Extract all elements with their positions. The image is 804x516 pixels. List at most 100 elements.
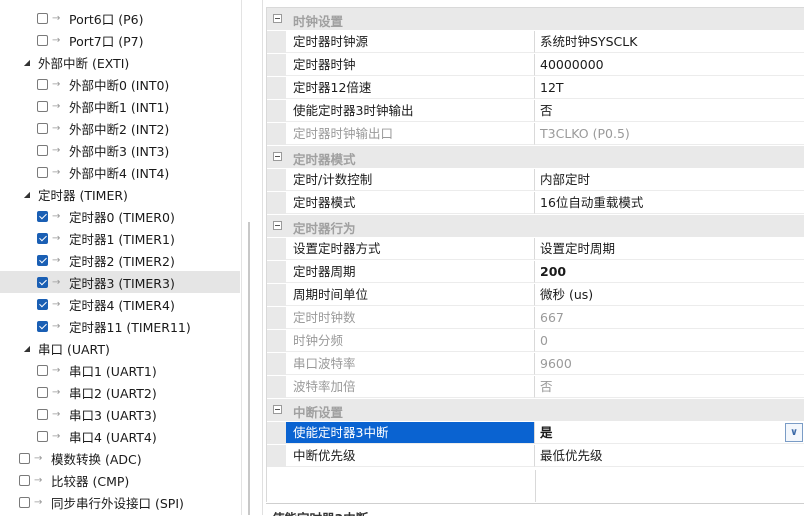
tree-item[interactable]: → 串口4 (UART4) — [0, 425, 240, 447]
splitter[interactable] — [262, 0, 263, 515]
property-row[interactable]: 时钟分频 0 — [267, 330, 804, 352]
property-value[interactable]: 最低优先级 — [535, 445, 804, 467]
tree-scrollbar[interactable] — [248, 222, 250, 515]
property-name[interactable]: 定时器时钟 — [286, 54, 535, 76]
property-row[interactable]: 定时器时钟 40000000 — [267, 54, 804, 76]
property-name[interactable]: 定时时钟数 — [286, 307, 535, 329]
property-value[interactable]: 12T — [535, 77, 804, 99]
property-row[interactable]: 定时器模式 16位自动重载模式 — [267, 192, 804, 214]
tree-item[interactable]: → 比较器 (CMP) — [0, 469, 240, 491]
property-value[interactable]: 内部定时 — [535, 169, 804, 191]
tree-checkbox[interactable] — [37, 78, 48, 90]
tree-item[interactable]: → 外部中断0 (INT0) — [0, 73, 240, 95]
tree-checkbox[interactable] — [19, 496, 30, 508]
property-name[interactable]: 定时器时钟源 — [286, 31, 535, 53]
tree-item[interactable]: → 外部中断3 (INT3) — [0, 139, 240, 161]
property-row[interactable]: 周期时间单位 微秒 (us) — [267, 284, 804, 306]
property-name[interactable]: 设置定时器方式 — [286, 238, 535, 260]
category-row[interactable]: 定时器模式 — [267, 146, 804, 168]
tree-item[interactable]: → 串口3 (UART3) — [0, 403, 240, 425]
tree-checkbox[interactable] — [37, 364, 48, 376]
tree-group[interactable]: ◢ 外部中断 (EXTI) — [0, 51, 240, 73]
tree-item[interactable]: → 定时器3 (TIMER3) — [0, 271, 240, 293]
collapse-box-icon[interactable] — [273, 152, 282, 161]
collapse-box-icon[interactable] — [273, 14, 282, 23]
property-value[interactable]: 16位自动重载模式 — [535, 192, 804, 214]
tree-item[interactable]: → 外部中断4 (INT4) — [0, 161, 240, 183]
triangle-down-icon[interactable]: ◢ — [22, 190, 32, 199]
tree-checkbox[interactable] — [37, 100, 48, 112]
property-row[interactable]: 定时时钟数 667 — [267, 307, 804, 329]
tree-item[interactable]: → 串口2 (UART2) — [0, 381, 240, 403]
tree-checkbox[interactable] — [37, 166, 48, 178]
property-name[interactable]: 定时器12倍速 — [286, 77, 535, 99]
property-value[interactable]: 200 — [535, 261, 804, 283]
category-row[interactable]: 中断设置 — [267, 399, 804, 421]
category-row[interactable]: 定时器行为 — [267, 215, 804, 237]
property-name[interactable]: 串口波特率 — [286, 353, 535, 375]
tree-checkbox[interactable] — [37, 276, 48, 288]
tree-item[interactable]: → 定时器11 (TIMER11) — [0, 315, 240, 337]
property-row[interactable]: 设置定时器方式 设置定时周期 — [267, 238, 804, 260]
property-name[interactable]: 定时器模式 — [286, 192, 535, 214]
tree-checkbox[interactable] — [37, 430, 48, 442]
property-name[interactable]: 时钟分频 — [286, 330, 535, 352]
tree-checkbox[interactable] — [37, 320, 48, 332]
property-name[interactable]: 周期时间单位 — [286, 284, 535, 306]
tree-checkbox[interactable] — [19, 474, 30, 486]
collapse-box-icon[interactable] — [273, 221, 282, 230]
tree-checkbox[interactable] — [19, 452, 30, 464]
collapse-box-icon[interactable] — [273, 405, 282, 414]
property-name[interactable]: 使能定时器3中断 — [286, 422, 535, 444]
tree-checkbox[interactable] — [37, 34, 48, 46]
tree-item[interactable]: → Port6口 (P6) — [0, 7, 240, 29]
tree-group[interactable]: ◢ 定时器 (TIMER) — [0, 183, 240, 205]
tree-item[interactable]: → 外部中断1 (INT1) — [0, 95, 240, 117]
tree-item[interactable]: → 同步串行外设接口 (SPI) — [0, 491, 240, 513]
property-name[interactable]: 定时/计数控制 — [286, 169, 535, 191]
tree-checkbox[interactable] — [37, 210, 48, 222]
property-name[interactable]: 波特率加倍 — [286, 376, 535, 398]
tree-item[interactable]: → 模数转换 (ADC) — [0, 447, 240, 469]
tree-checkbox[interactable] — [37, 408, 48, 420]
tree-checkbox[interactable] — [37, 122, 48, 134]
property-name[interactable]: 使能定时器3时钟输出 — [286, 100, 535, 122]
property-name[interactable]: 定时器时钟输出口 — [286, 123, 535, 145]
tree-item[interactable]: → 串口1 (UART1) — [0, 359, 240, 381]
tree-item[interactable]: → 定时器0 (TIMER0) — [0, 205, 240, 227]
property-name[interactable]: 定时器周期 — [286, 261, 535, 283]
property-row[interactable]: 定时器时钟源 系统时钟SYSCLK — [267, 31, 804, 53]
tree-checkbox[interactable] — [37, 386, 48, 398]
tree-item[interactable]: → Port7口 (P7) — [0, 29, 240, 51]
tree-group[interactable]: ◢ 串口 (UART) — [0, 337, 240, 359]
tree-checkbox[interactable] — [37, 298, 48, 310]
property-value[interactable]: 设置定时周期 — [535, 238, 804, 260]
tree-item[interactable]: → 外部中断2 (INT2) — [0, 117, 240, 139]
tree-checkbox[interactable] — [37, 232, 48, 244]
property-row[interactable]: 定时器周期 200 — [267, 261, 804, 283]
property-name[interactable]: 中断优先级 — [286, 445, 535, 467]
property-row[interactable]: 中断优先级 最低优先级 — [267, 445, 804, 467]
tree-checkbox[interactable] — [37, 12, 48, 24]
tree-item[interactable]: → 定时器1 (TIMER1) — [0, 227, 240, 249]
property-value[interactable]: 40000000 — [535, 54, 804, 76]
property-value[interactable]: 否 — [535, 100, 804, 122]
property-row[interactable]: 使能定时器3中断是 ∨ — [267, 422, 804, 444]
tree-checkbox[interactable] — [37, 254, 48, 266]
property-value[interactable]: 微秒 (us) — [535, 284, 804, 306]
tree-item[interactable]: → 定时器2 (TIMER2) — [0, 249, 240, 271]
property-row[interactable]: 定时器时钟输出口 T3CLKO (P0.5) — [267, 123, 804, 145]
property-row[interactable]: 波特率加倍否 — [267, 376, 804, 398]
property-value[interactable]: 系统时钟SYSCLK — [535, 31, 804, 53]
category-row[interactable]: 时钟设置 — [267, 8, 804, 30]
tree-checkbox[interactable] — [37, 144, 48, 156]
triangle-down-icon[interactable]: ◢ — [22, 58, 32, 67]
chevron-down-icon[interactable]: ∨ — [785, 423, 803, 442]
property-row[interactable]: 定时/计数控制 内部定时 — [267, 169, 804, 191]
property-row[interactable]: 使能定时器3时钟输出否 — [267, 100, 804, 122]
property-row[interactable]: 串口波特率 9600 — [267, 353, 804, 375]
tree-item[interactable]: → 定时器4 (TIMER4) — [0, 293, 240, 315]
property-value[interactable]: 是 ∨ — [535, 422, 804, 444]
property-row[interactable]: 定时器12倍速 12T — [267, 77, 804, 99]
triangle-down-icon[interactable]: ◢ — [22, 344, 32, 353]
